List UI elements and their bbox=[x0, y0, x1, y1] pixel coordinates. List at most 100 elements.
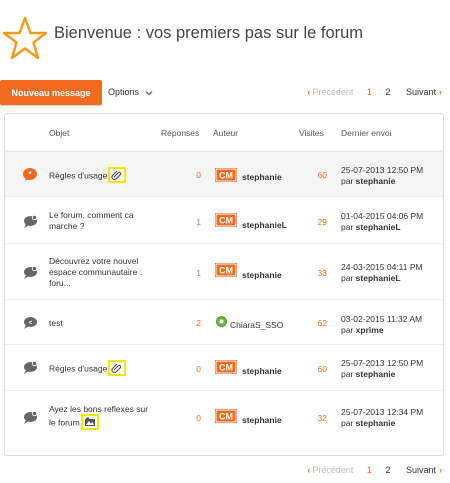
next-link[interactable]: Suivant bbox=[406, 465, 436, 475]
topic-title[interactable]: test bbox=[49, 318, 153, 329]
table-row[interactable]: Découvrez votre nouvel espace communauta… bbox=[5, 244, 443, 300]
last-post-by-prefix: par bbox=[341, 418, 354, 428]
avatar-badge-label: CM bbox=[219, 171, 233, 181]
visits-count: 32 bbox=[317, 413, 327, 423]
page-header: Bienvenue : vos premiers pas sur le foru… bbox=[0, 0, 450, 70]
last-post-date: 03-02-2015 11:32 AM bbox=[341, 314, 423, 324]
table-header: Objet Réponses Auteur Visites Dernier en… bbox=[5, 114, 443, 152]
chevron-left-icon[interactable]: ‹ bbox=[307, 465, 310, 475]
last-post-by-prefix: par bbox=[341, 369, 354, 379]
next-link[interactable]: Suivant bbox=[406, 87, 436, 97]
pagination-top: ‹ Précédent 1 2 Suivant › bbox=[307, 87, 442, 97]
attachment-icon bbox=[108, 360, 127, 376]
author-link[interactable]: stephanieL bbox=[242, 220, 287, 230]
chevron-left-icon[interactable]: ‹ bbox=[307, 87, 310, 97]
topic-title-text: Règles d'usage bbox=[49, 363, 108, 374]
column-last-post[interactable]: Dernier envoi bbox=[341, 128, 392, 138]
page-link-1[interactable]: 1 bbox=[367, 87, 372, 97]
avatar-badge-label: CM bbox=[219, 216, 233, 226]
last-post-by-prefix: par bbox=[341, 273, 354, 283]
last-post: 24-03-2015 04:11 PM par stephanieL bbox=[341, 262, 441, 284]
speech-bubble-icon: < bbox=[24, 317, 37, 329]
column-subject[interactable]: Objet bbox=[49, 128, 69, 138]
topic-title[interactable]: Découvrez votre nouvel espace communauta… bbox=[49, 256, 153, 289]
topic-title[interactable]: Règles d'usage bbox=[49, 360, 153, 377]
column-visits[interactable]: Visites bbox=[299, 128, 324, 138]
last-post-date: 25-07-2013 12:50 PM bbox=[341, 165, 424, 175]
avatar: CM bbox=[215, 213, 237, 227]
last-post: 25-07-2013 12:50 PM par stephanie bbox=[341, 165, 441, 187]
author-link[interactable]: stephanie bbox=[242, 270, 282, 280]
replies-count: 2 bbox=[196, 318, 201, 328]
replies-count: 0 bbox=[196, 413, 201, 423]
visits-count: 29 bbox=[317, 217, 327, 227]
page-link-1[interactable]: 1 bbox=[367, 465, 372, 475]
author-link[interactable]: stephanie bbox=[242, 366, 282, 376]
announcement-icon: * bbox=[23, 168, 37, 181]
online-status-icon bbox=[216, 316, 227, 327]
table-row[interactable]: Ayez les bons reflexes sur le forum 0 CM… bbox=[5, 391, 443, 443]
speech-bubble-icon bbox=[24, 361, 38, 374]
avatar-badge-label: CM bbox=[219, 363, 233, 373]
chevron-right-icon[interactable]: › bbox=[439, 465, 442, 475]
page-link-2[interactable]: 2 bbox=[385, 87, 390, 97]
topic-title[interactable]: Le forum, comment ca marche ? bbox=[49, 210, 153, 232]
attachment-icon bbox=[108, 167, 127, 183]
svg-text:<: < bbox=[29, 321, 33, 327]
table-row[interactable]: < test 2 ChiaraS_SSO 62 03-02-2015 11:32… bbox=[5, 300, 443, 345]
last-post-author[interactable]: stephanieL bbox=[356, 273, 401, 283]
replies-count: 0 bbox=[196, 170, 201, 180]
avatar-badge-label: CM bbox=[219, 412, 233, 422]
column-author[interactable]: Auteur bbox=[213, 128, 238, 138]
topic-title[interactable]: Règles d'usage bbox=[49, 167, 153, 184]
previous-link[interactable]: Précédent bbox=[312, 87, 353, 97]
avatar: CM bbox=[215, 409, 237, 423]
visits-count: 60 bbox=[317, 170, 327, 180]
visits-count: 60 bbox=[317, 364, 327, 374]
last-post-by-prefix: par bbox=[341, 222, 354, 232]
author-link[interactable]: ChiaraS_SSO bbox=[230, 320, 283, 330]
star-icon bbox=[2, 16, 48, 60]
image-icon bbox=[80, 414, 99, 430]
replies-count: 0 bbox=[196, 364, 201, 374]
visits-count: 33 bbox=[317, 268, 327, 278]
page-title: Bienvenue : vos premiers pas sur le foru… bbox=[54, 24, 364, 42]
pagination-bottom: ‹ Précédent 1 2 Suivant › bbox=[307, 465, 442, 475]
last-post-author[interactable]: stephanie bbox=[356, 418, 396, 428]
last-post-date: 01-04-2015 04:06 PM bbox=[341, 211, 424, 221]
last-post-author[interactable]: stephanie bbox=[356, 369, 396, 379]
avatar: CM bbox=[215, 360, 237, 374]
last-post-author[interactable]: xprime bbox=[356, 325, 384, 335]
last-post: 03-02-2015 11:32 AM par xprime bbox=[341, 314, 441, 336]
visits-count: 62 bbox=[317, 318, 327, 328]
topic-title[interactable]: Ayez les bons reflexes sur le forum bbox=[49, 404, 153, 431]
author-link[interactable]: stephanie bbox=[242, 415, 282, 425]
last-post-author[interactable]: stephanie bbox=[356, 176, 396, 186]
options-dropdown[interactable]: Options bbox=[108, 87, 153, 97]
toolbar: Nouveau message Options ‹ Précédent 1 2 S… bbox=[0, 80, 450, 106]
table-row[interactable]: * Règles d'usage 0 CM stephanie 60 25-07… bbox=[5, 152, 443, 197]
last-post: 01-04-2015 04:06 PM par stephanieL bbox=[341, 211, 441, 233]
new-message-button[interactable]: Nouveau message bbox=[0, 80, 102, 105]
speech-bubble-icon bbox=[24, 266, 38, 279]
last-post-author[interactable]: stephanieL bbox=[356, 222, 401, 232]
previous-link[interactable]: Précédent bbox=[312, 465, 353, 475]
options-label: Options bbox=[108, 87, 140, 97]
avatar: CM bbox=[215, 263, 237, 277]
last-post-date: 24-03-2015 04:11 PM bbox=[341, 262, 423, 272]
table-row[interactable]: Le forum, comment ca marche ? 1 CM steph… bbox=[5, 197, 443, 244]
last-post-by-prefix: par bbox=[341, 176, 354, 186]
table-row[interactable]: Règles d'usage 0 CM stephanie 60 25-07-2… bbox=[5, 345, 443, 391]
column-replies[interactable]: Réponses bbox=[161, 128, 199, 138]
avatar: CM bbox=[215, 168, 237, 182]
chevron-right-icon[interactable]: › bbox=[439, 87, 442, 97]
author-link[interactable]: stephanie bbox=[242, 172, 282, 182]
last-post-date: 25-07-2013 12:50 PM bbox=[341, 358, 424, 368]
page-link-2[interactable]: 2 bbox=[385, 465, 390, 475]
topic-title-text: Règles d'usage bbox=[49, 170, 108, 181]
replies-count: 1 bbox=[196, 268, 201, 278]
replies-count: 1 bbox=[196, 217, 201, 227]
topics-table: Objet Réponses Auteur Visites Dernier en… bbox=[4, 113, 444, 456]
last-post-date: 25-07-2013 12:34 PM bbox=[341, 407, 424, 417]
chevron-down-icon bbox=[145, 90, 152, 95]
